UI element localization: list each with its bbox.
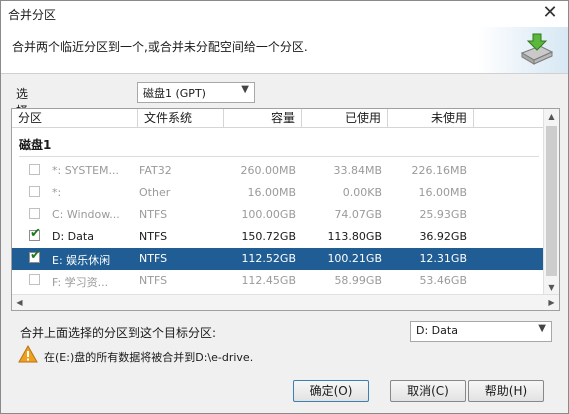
cell-capacity: 100.00GB bbox=[241, 208, 296, 221]
cell-capacity: 16.00MB bbox=[247, 186, 296, 199]
vertical-scrollbar[interactable]: ▲ ▼ bbox=[543, 109, 559, 295]
column-header-used[interactable]: 已使用 bbox=[302, 109, 388, 127]
table-row[interactable]: *: Other 16.00MB 0.00KB 16.00MB bbox=[12, 182, 544, 204]
cell-filesystem: FAT32 bbox=[139, 164, 172, 177]
title-bar: 合并分区 ✕ bbox=[1, 1, 568, 27]
chevron-down-icon: ▼ bbox=[241, 84, 249, 95]
cell-capacity: 112.45GB bbox=[241, 274, 296, 287]
cell-partition-name: E: 娱乐休闲 bbox=[52, 254, 111, 267]
target-partition-select[interactable]: D: Data ▼ bbox=[410, 321, 552, 342]
table-row[interactable]: C: Window... NTFS 100.00GB 74.07GB 25.93GB bbox=[12, 204, 544, 226]
disk-group-label: 磁盘1 bbox=[19, 138, 52, 152]
cell-free-space: 226.16MB bbox=[411, 164, 467, 177]
banner: 合并两个临近分区到一个,或合并未分配空间给一个分区. bbox=[1, 27, 568, 74]
scroll-up-icon[interactable]: ▲ bbox=[544, 109, 559, 124]
table-row[interactable]: ✔ E: 娱乐休闲 NTFS 112.52GB 100.21GB 12.31GB bbox=[12, 248, 544, 270]
table-row[interactable]: *: SYSTEM... FAT32 260.00MB 33.84MB 226.16MB bbox=[12, 160, 544, 182]
horizontal-scrollbar[interactable]: ◀ ▶ bbox=[12, 294, 559, 310]
cell-free-space: 36.92GB bbox=[419, 230, 467, 243]
cell-filesystem: Other bbox=[139, 186, 171, 199]
target-partition-label: 合并上面选择的分区到这个目标分区: bbox=[20, 326, 217, 340]
cell-filesystem: NTFS bbox=[139, 230, 168, 243]
row-checkbox bbox=[29, 186, 40, 197]
cell-used-space: 113.80GB bbox=[327, 230, 382, 243]
cell-partition-name: F: 学习资... bbox=[52, 276, 109, 289]
list-header: 分区 文件系统 容量 已使用 未使用 bbox=[12, 109, 544, 128]
chevron-down-icon: ▼ bbox=[538, 323, 546, 334]
cell-used-space: 33.84MB bbox=[333, 164, 382, 177]
cell-used-space: 74.07GB bbox=[334, 208, 382, 221]
help-button[interactable]: 帮助(H) bbox=[468, 380, 544, 402]
cell-partition-name: C: Window... bbox=[52, 208, 120, 221]
ok-button[interactable]: 确定(O) bbox=[293, 380, 369, 402]
cell-free-space: 53.46GB bbox=[419, 274, 467, 287]
table-row[interactable]: ✔ D: Data NTFS 150.72GB 113.80GB 36.92GB bbox=[12, 226, 544, 248]
scroll-thumb[interactable] bbox=[546, 126, 557, 276]
row-checkbox bbox=[29, 274, 40, 285]
column-header-capacity[interactable]: 容量 bbox=[224, 109, 302, 127]
scroll-down-icon[interactable]: ▼ bbox=[544, 280, 559, 295]
merge-disk-icon bbox=[520, 33, 554, 65]
cell-free-space: 25.93GB bbox=[419, 208, 467, 221]
cell-partition-name: *: bbox=[52, 186, 62, 199]
warning-icon bbox=[18, 345, 38, 363]
checkmark-icon: ✔ bbox=[30, 226, 41, 241]
cell-capacity: 112.52GB bbox=[241, 252, 296, 265]
column-header-partition[interactable]: 分区 bbox=[12, 109, 138, 127]
row-checkbox bbox=[29, 208, 40, 219]
scroll-right-icon[interactable]: ▶ bbox=[544, 295, 559, 310]
cell-filesystem: NTFS bbox=[139, 208, 168, 221]
window-title: 合并分区 bbox=[8, 8, 57, 22]
column-header-fs[interactable]: 文件系统 bbox=[138, 109, 224, 127]
cell-partition-name: *: SYSTEM... bbox=[52, 164, 120, 177]
cell-free-space: 16.00MB bbox=[418, 186, 467, 199]
cell-capacity: 260.00MB bbox=[240, 164, 296, 177]
cancel-button[interactable]: 取消(C) bbox=[390, 380, 466, 402]
banner-text: 合并两个临近分区到一个,或合并未分配空间给一个分区. bbox=[12, 40, 308, 54]
cell-filesystem: NTFS bbox=[139, 252, 168, 265]
cell-filesystem: NTFS bbox=[139, 274, 168, 287]
cell-partition-name: D: Data bbox=[52, 230, 94, 243]
group-divider bbox=[19, 156, 539, 157]
row-checkbox bbox=[29, 164, 40, 175]
scroll-left-icon[interactable]: ◀ bbox=[12, 295, 27, 310]
partition-list: 分区 文件系统 容量 已使用 未使用 磁盘1 *: SYSTEM... FAT32… bbox=[11, 108, 560, 311]
cell-used-space: 100.21GB bbox=[327, 252, 382, 265]
table-row[interactable]: F: 学习资... NTFS 112.45GB 58.99GB 53.46GB bbox=[12, 270, 544, 292]
disk-select[interactable]: 磁盘1 (GPT) ▼ bbox=[137, 82, 255, 103]
close-icon[interactable]: ✕ bbox=[540, 3, 560, 23]
target-partition-value: D: Data bbox=[416, 324, 458, 337]
merge-partition-dialog: 合并分区 ✕ 合并两个临近分区到一个,或合并未分配空间给一个分区. 选择磁盘: … bbox=[0, 0, 569, 414]
cell-capacity: 150.72GB bbox=[241, 230, 296, 243]
column-header-free[interactable]: 未使用 bbox=[388, 109, 474, 127]
cell-used-space: 0.00KB bbox=[342, 186, 382, 199]
row-checkbox[interactable]: ✔ bbox=[29, 226, 41, 241]
disk-select-value: 磁盘1 (GPT) bbox=[143, 87, 206, 100]
cell-free-space: 12.31GB bbox=[419, 252, 467, 265]
row-checkbox[interactable]: ✔ bbox=[29, 248, 41, 263]
cell-used-space: 58.99GB bbox=[334, 274, 382, 287]
checkmark-icon: ✔ bbox=[30, 248, 41, 263]
warning-text: 在(E:)盘的所有数据将被合并到D:\e-drive. bbox=[44, 351, 254, 364]
